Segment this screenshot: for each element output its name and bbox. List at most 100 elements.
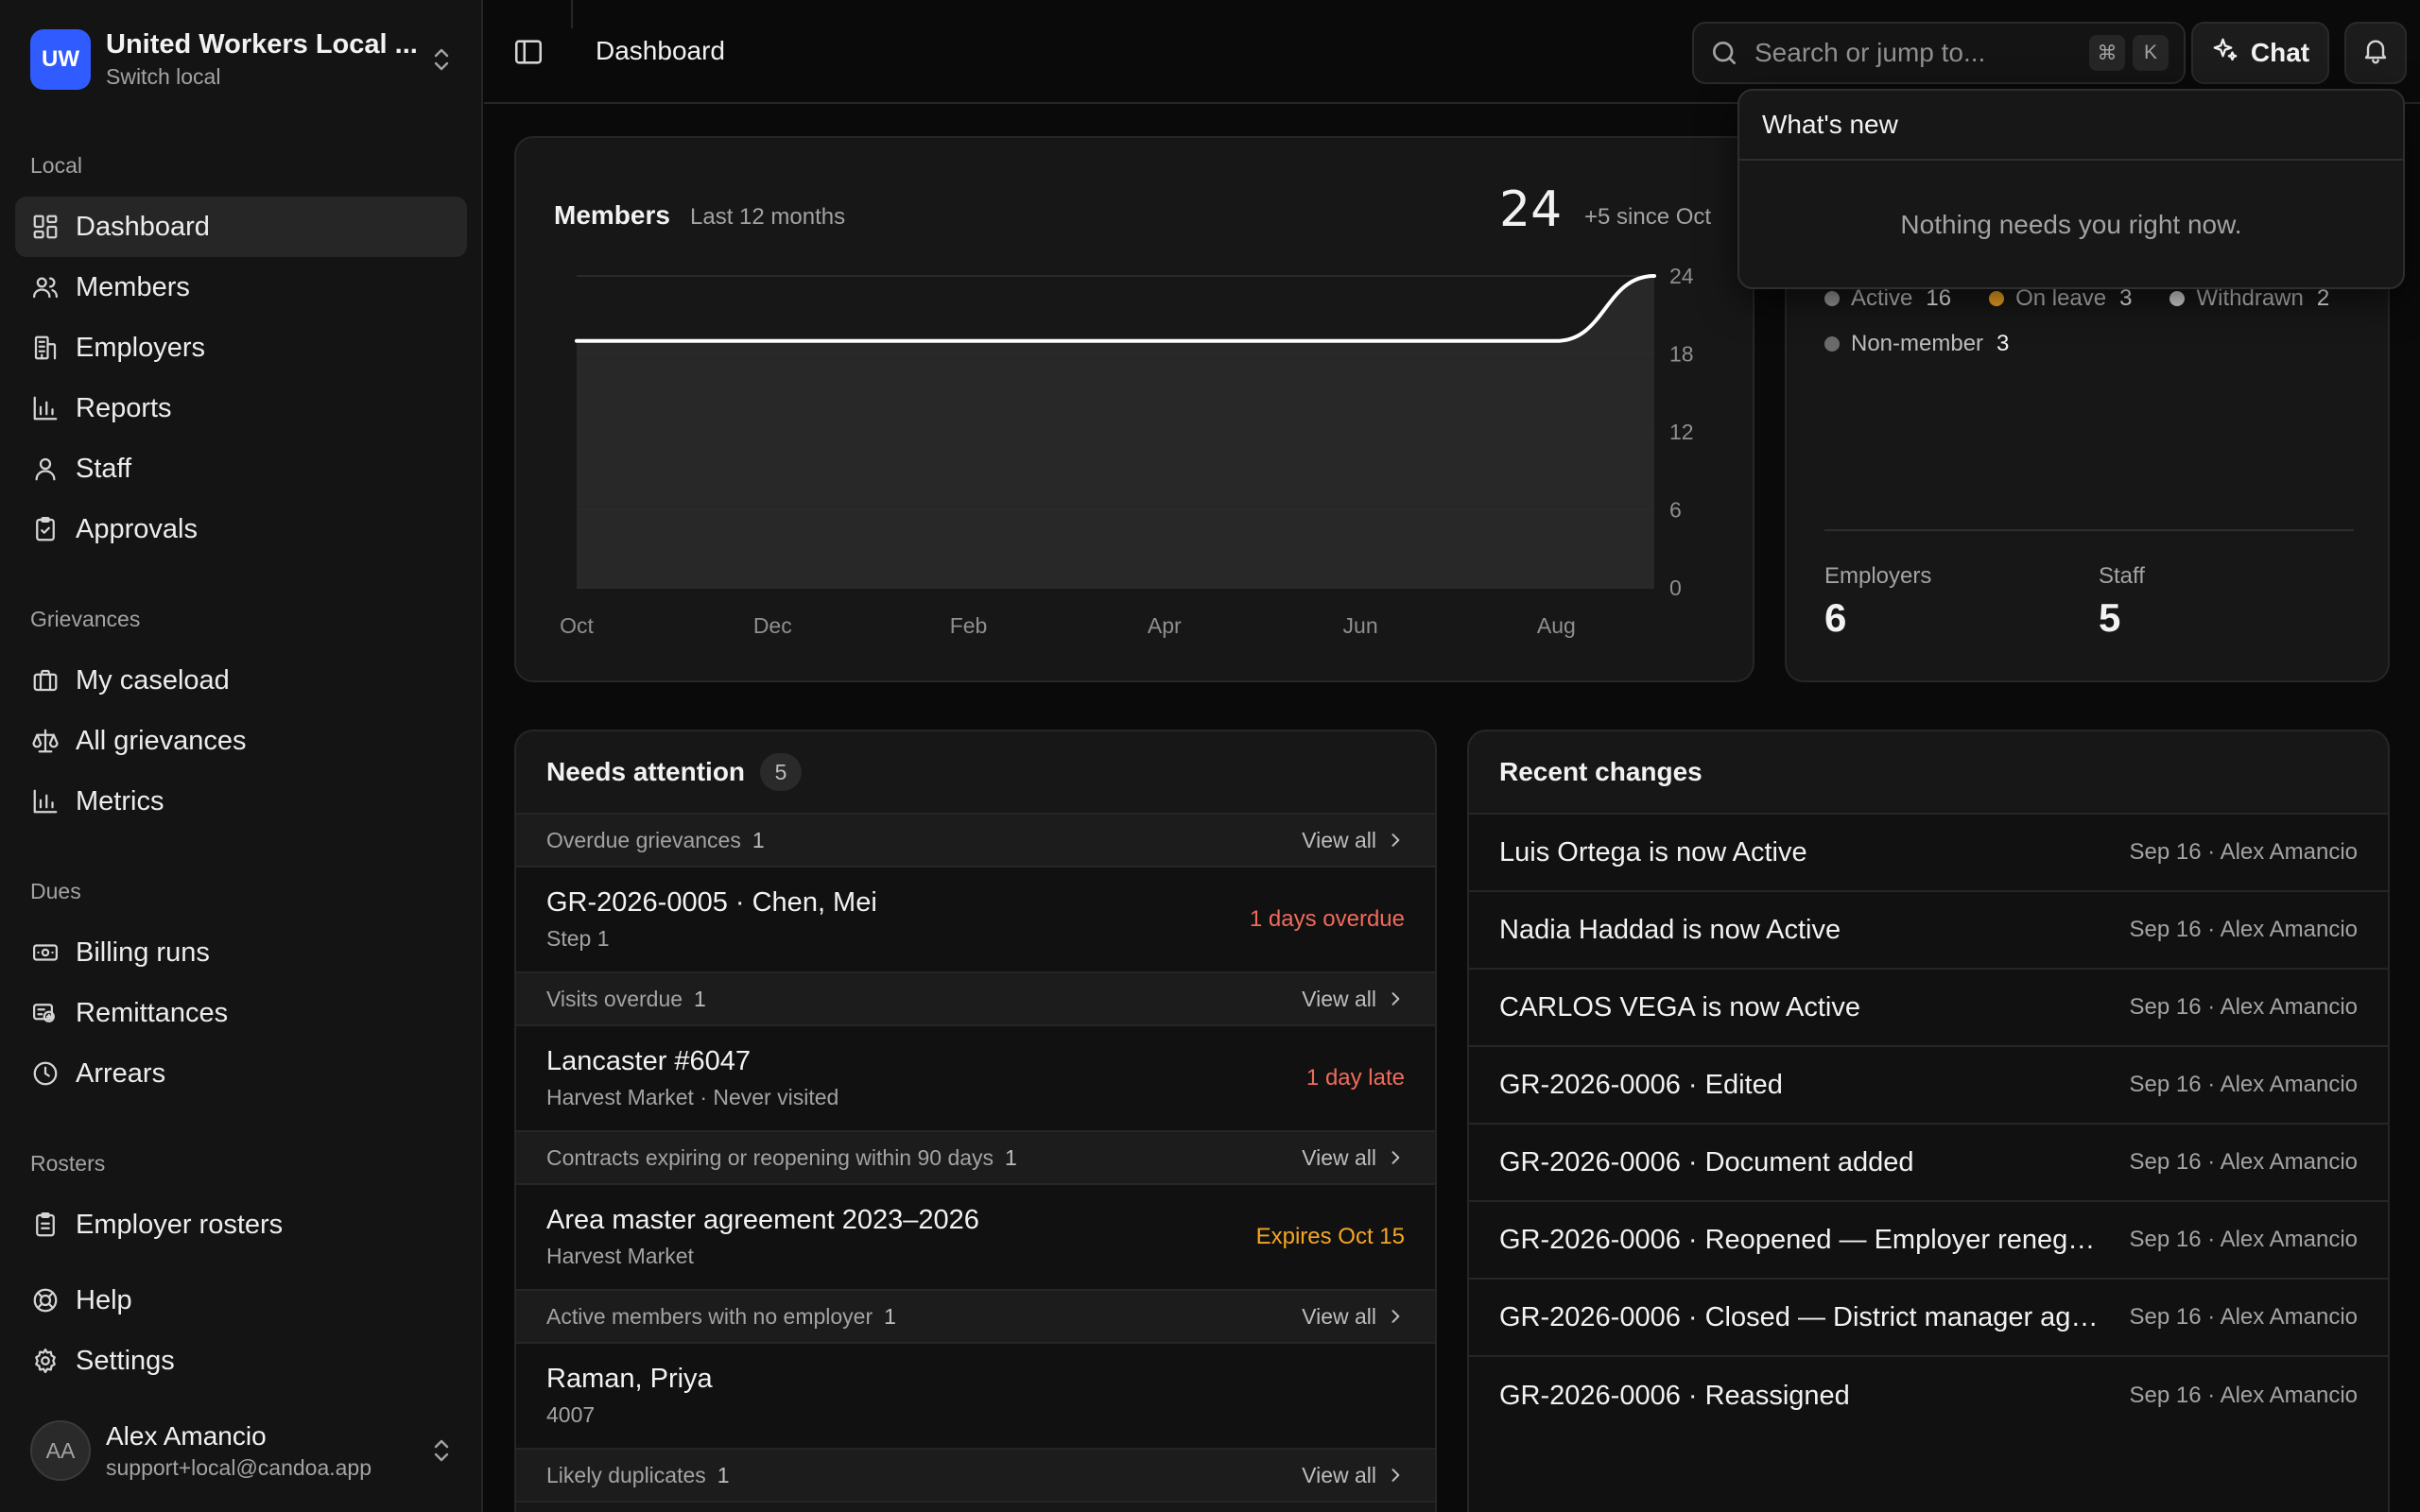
- group-count: 1: [717, 1462, 730, 1487]
- list-item[interactable]: Area master agreement 2023–2026 Harvest M…: [516, 1185, 1435, 1291]
- y-tick-label: 18: [1669, 342, 1694, 367]
- attention-group-header: Contracts expiring or reopening within 9…: [516, 1132, 1435, 1185]
- stat-employers: Employers 6: [1824, 563, 1931, 641]
- recent-change-row[interactable]: GR-2026-0006 · Document added Sep 16 · Al…: [1469, 1125, 2388, 1202]
- x-tick-label: Feb: [950, 613, 988, 638]
- search-placeholder: Search or jump to...: [1754, 38, 1986, 67]
- search-icon: [1709, 38, 1739, 68]
- needs-attention-title: Needs attention: [546, 757, 746, 786]
- sidebar-item-staff[interactable]: Staff: [15, 438, 467, 499]
- sidebar-item-members[interactable]: Members: [15, 257, 467, 318]
- view-all-link[interactable]: View all: [1302, 828, 1405, 853]
- sidebar-item-label: Members: [76, 271, 190, 302]
- recent-change-row[interactable]: Luis Ortega is now Active Sep 16 · Alex A…: [1469, 815, 2388, 892]
- sidebar-item-help[interactable]: Help: [15, 1270, 467, 1331]
- x-tick-label: Dec: [753, 613, 792, 638]
- sidebar-item-label: Help: [76, 1284, 132, 1315]
- legend-dot: [2169, 291, 2186, 306]
- recent-change-row[interactable]: GR-2026-0006 · Closed — District manager…: [1469, 1280, 2388, 1357]
- change-meta: Sep 16 · Alex Amancio: [2129, 839, 2358, 865]
- recent-change-row[interactable]: Nadia Haddad is now Active Sep 16 · Alex …: [1469, 892, 2388, 970]
- users-icon: [30, 272, 60, 302]
- change-meta: Sep 16 · Alex Amancio: [2129, 994, 2358, 1020]
- page-title: Dashboard: [596, 36, 725, 65]
- search-input[interactable]: Search or jump to... ⌘ K: [1692, 22, 2186, 84]
- avatar: AA: [30, 1420, 91, 1481]
- org-switcher[interactable]: UW United Workers Local ... Switch local: [30, 28, 454, 91]
- sidebar-item-my-caseload[interactable]: My caseload: [15, 650, 467, 711]
- sidebar-item-remittances[interactable]: Remittances: [15, 983, 467, 1043]
- sidebar-item-employers[interactable]: Employers: [15, 318, 467, 378]
- legend-dot: [1989, 291, 2005, 306]
- stat-label: Staff: [2099, 563, 2145, 589]
- recent-change-row[interactable]: GR-2026-0006 · Edited Sep 16 · Alex Amanc…: [1469, 1047, 2388, 1125]
- sidebar-toggle-icon[interactable]: [512, 36, 544, 68]
- needs-attention-card: Needs attention 5 Overdue grievances 1 Vie…: [514, 730, 1437, 1512]
- sidebar-item-all-grievances[interactable]: All grievances: [15, 711, 467, 771]
- view-all-label: View all: [1302, 827, 1376, 852]
- org-name: United Workers Local ...: [106, 29, 418, 60]
- item-title: Lancaster #6047: [546, 1046, 752, 1076]
- attention-group-header: Overdue grievances 1 View all: [516, 815, 1435, 868]
- chevron-right-icon: [1376, 989, 1405, 1008]
- notifications-button[interactable]: [2344, 22, 2407, 84]
- view-all-link[interactable]: View all: [1302, 987, 1405, 1012]
- sidebar-item-label: All grievances: [76, 725, 247, 756]
- legend-count: 3: [1996, 331, 2010, 356]
- change-meta: Sep 16 · Alex Amancio: [2129, 1227, 2358, 1252]
- item-title: Raman, Priya: [546, 1364, 713, 1394]
- legend-item: Withdrawn 2: [2169, 285, 2329, 312]
- sidebar-item-metrics[interactable]: Metrics: [15, 771, 467, 832]
- sidebar-item-approvals[interactable]: Approvals: [15, 499, 467, 559]
- whats-new-empty: Nothing needs you right now.: [1900, 210, 2242, 239]
- group-count: 1: [752, 827, 765, 852]
- group-label: Overdue grievances: [546, 827, 741, 852]
- kbd-k: K: [2133, 35, 2169, 71]
- recent-change-row[interactable]: GR-2026-0006 · Reassigned Sep 16 · Alex A…: [1469, 1357, 2388, 1435]
- change-text: CARLOS VEGA is now Active: [1499, 991, 1860, 1022]
- user-icon: [30, 454, 60, 484]
- group-label: Likely duplicates: [546, 1462, 706, 1487]
- view-all-link[interactable]: View all: [1302, 1304, 1405, 1330]
- recent-change-row[interactable]: CARLOS VEGA is now Active Sep 16 · Alex A…: [1469, 970, 2388, 1047]
- sidebar-item-arrears[interactable]: Arrears: [15, 1043, 467, 1104]
- y-tick-label: 0: [1669, 576, 1682, 600]
- briefcase-icon: [30, 665, 60, 696]
- attention-group-header: Visits overdue 1 View all: [516, 973, 1435, 1026]
- attention-group-header: Likely duplicates 1 View all: [516, 1450, 1435, 1503]
- sidebar-item-label: Employer rosters: [76, 1209, 284, 1240]
- legend-label: On leave: [2015, 285, 2107, 311]
- kbd-cmd: ⌘: [2089, 35, 2125, 71]
- list-item[interactable]: Raman, Priya 4007: [516, 1344, 1435, 1450]
- chat-label: Chat: [2250, 38, 2310, 67]
- chat-button[interactable]: Chat: [2191, 22, 2329, 84]
- sidebar-item-billing-runs[interactable]: Billing runs: [15, 922, 467, 983]
- clock-icon: [30, 1058, 60, 1089]
- sidebar-item-settings[interactable]: Settings: [15, 1331, 467, 1391]
- chevron-right-icon: [1376, 1148, 1405, 1167]
- view-all-link[interactable]: View all: [1302, 1463, 1405, 1488]
- sidebar-item-dashboard[interactable]: Dashboard: [15, 197, 467, 257]
- user-menu[interactable]: AA Alex Amancio support+local@candoa.app: [30, 1418, 454, 1484]
- list-item[interactable]: GR-2026-0005 · Chen, Mei Step 1 1 days ove…: [516, 868, 1435, 973]
- group-label: Active members with no employer: [546, 1303, 873, 1329]
- sidebar-item-label: Settings: [76, 1345, 175, 1376]
- legend-item: Non-member 3: [1824, 331, 2009, 357]
- recent-change-row[interactable]: GR-2026-0006 · Reopened — Employer reneg…: [1469, 1202, 2388, 1280]
- attention-group-header: Active members with no employer 1 View all: [516, 1291, 1435, 1344]
- sidebar-item-employer-rosters[interactable]: Employer rosters: [15, 1194, 467, 1255]
- legend-count: 3: [2119, 285, 2133, 311]
- sidebar-item-label: Remittances: [76, 997, 229, 1028]
- sidebar-item-label: Staff: [76, 453, 132, 484]
- clipboard-check-icon: [30, 514, 60, 544]
- banknote-icon: [30, 937, 60, 968]
- group-label: Visits overdue: [546, 986, 683, 1011]
- y-tick-label: 6: [1669, 498, 1682, 523]
- bar-chart-icon: [30, 786, 60, 816]
- change-text: Nadia Haddad is now Active: [1499, 914, 1841, 945]
- sidebar-item-label: Reports: [76, 392, 172, 423]
- list-item[interactable]: Lancaster #6047 Harvest Market · Never vi…: [516, 1026, 1435, 1132]
- sidebar-item-reports[interactable]: Reports: [15, 378, 467, 438]
- chevrons-up-down-icon: [429, 43, 454, 76]
- view-all-link[interactable]: View all: [1302, 1145, 1405, 1171]
